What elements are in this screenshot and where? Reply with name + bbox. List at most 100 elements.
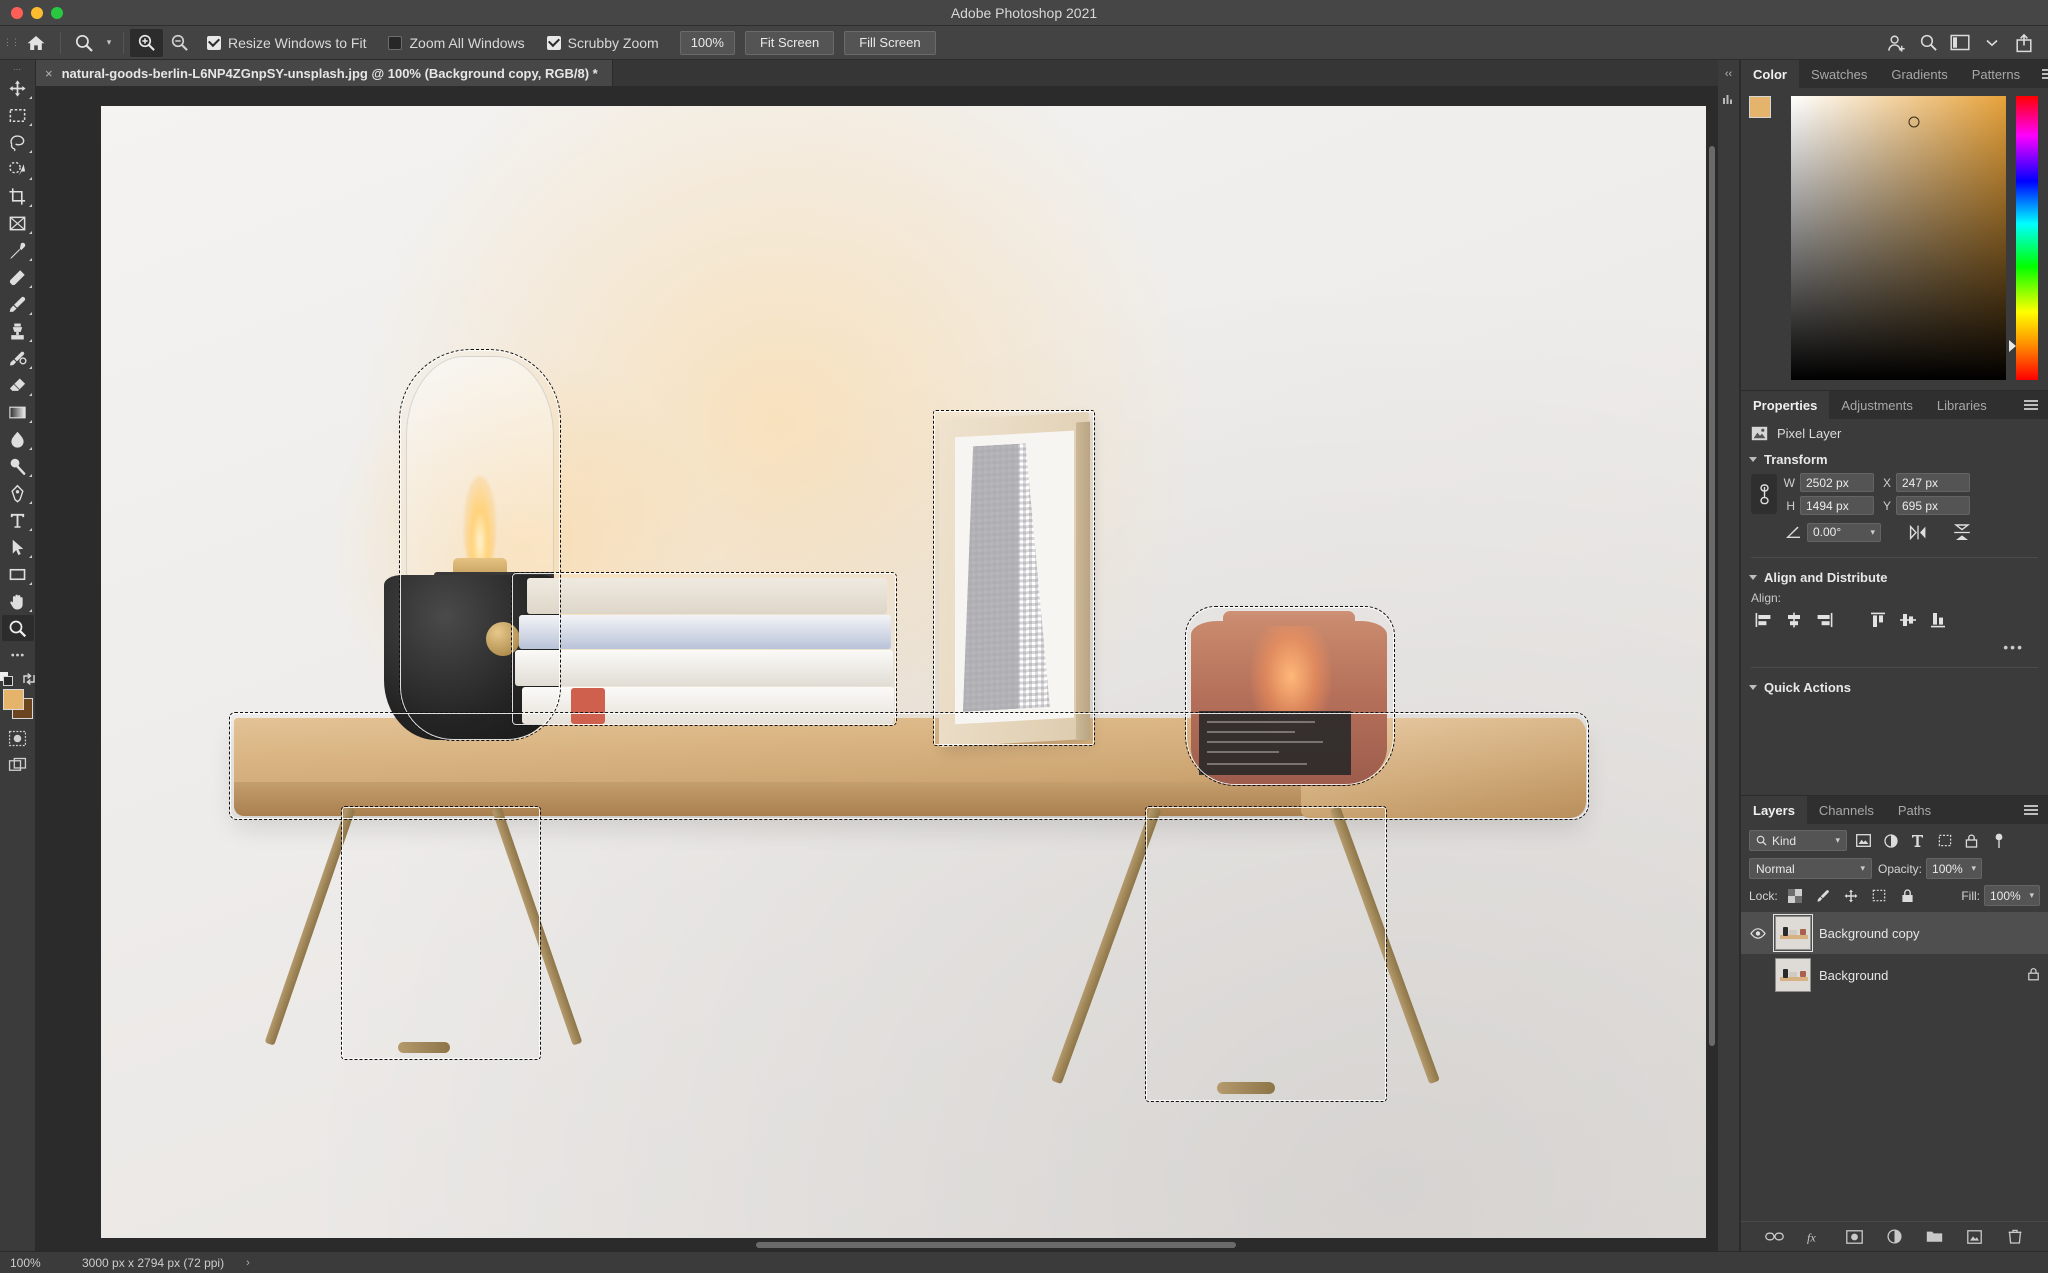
layer-filter-kind-select[interactable]: Kind ▾ — [1749, 830, 1847, 851]
chevron-down-icon[interactable] — [1978, 29, 2006, 57]
layer-thumbnail[interactable] — [1773, 914, 1813, 952]
align-left-edges-icon[interactable] — [1751, 609, 1777, 631]
filter-pixel-icon[interactable] — [1853, 830, 1874, 851]
align-bottom-edges-icon[interactable] — [1925, 609, 1951, 631]
x-position-input[interactable]: 247 px — [1896, 473, 1970, 492]
crop-tool[interactable] — [2, 183, 34, 209]
new-layer-icon[interactable] — [1965, 1227, 1985, 1247]
gradient-tool[interactable] — [2, 399, 34, 425]
new-adjustment-layer-icon[interactable] — [1885, 1227, 1905, 1247]
close-window-button[interactable] — [11, 6, 23, 19]
width-input[interactable]: 2502 px — [1800, 473, 1874, 492]
maximize-window-button[interactable] — [51, 6, 63, 19]
hue-slider[interactable] — [2009, 96, 2038, 380]
swap-colors-icon[interactable] — [22, 672, 36, 686]
clone-stamp-tool[interactable] — [2, 318, 34, 344]
document-tab[interactable]: × natural-goods-berlin-L6NP4ZGnpSY-unspl… — [36, 60, 613, 86]
layer-name[interactable]: Background — [1819, 968, 1888, 983]
tool-preset-chevron-down-icon[interactable]: ▾ — [101, 29, 117, 57]
tab-adjustments[interactable]: Adjustments — [1829, 391, 1925, 419]
align-top-edges-icon[interactable] — [1865, 609, 1891, 631]
filter-toggle-icon[interactable] — [1988, 830, 2009, 851]
brush-tool[interactable] — [2, 291, 34, 317]
quick-actions-section-header[interactable]: Quick Actions — [1741, 672, 2048, 699]
height-input[interactable]: 1494 px — [1800, 496, 1874, 515]
align-vertical-centers-icon[interactable] — [1895, 609, 1921, 631]
canvas-vertical-scrollbar[interactable] — [1706, 86, 1718, 1251]
flip-horizontal-icon[interactable] — [1905, 521, 1931, 543]
layer-visibility-eye-icon[interactable] — [1749, 927, 1767, 939]
lock-all-icon[interactable] — [1897, 885, 1918, 906]
filter-smart-object-icon[interactable] — [1961, 830, 1982, 851]
fill-input[interactable]: 100% ▾ — [1984, 885, 2040, 906]
tab-properties[interactable]: Properties — [1741, 391, 1830, 419]
layer-name[interactable]: Background copy — [1819, 926, 1919, 941]
zoom-tool-icon[interactable] — [67, 29, 101, 57]
status-expand-arrow[interactable]: › — [224, 1257, 250, 1269]
type-tool[interactable] — [2, 507, 34, 533]
tab-gradients[interactable]: Gradients — [1879, 60, 1959, 88]
spot-healing-brush-tool[interactable] — [2, 264, 34, 290]
fit-screen-button[interactable]: Fit Screen — [744, 30, 835, 55]
add-mask-icon[interactable] — [1845, 1227, 1865, 1247]
layer-row-background-copy[interactable]: Background copy — [1741, 912, 2048, 954]
filter-adjustment-icon[interactable] — [1880, 830, 1901, 851]
foreground-color-swatch[interactable] — [2, 689, 24, 710]
dodge-tool[interactable] — [2, 453, 34, 479]
foreground-background-color-swatches[interactable] — [2, 689, 33, 719]
lock-position-icon[interactable] — [1841, 885, 1862, 906]
zoom-out-icon[interactable] — [163, 29, 196, 57]
color-panel-foreground-swatch[interactable] — [1749, 96, 1771, 118]
opacity-input[interactable]: 100% ▾ — [1926, 858, 1983, 879]
angle-input[interactable]: 0.00° ▾ — [1807, 522, 1881, 542]
lock-transparent-pixels-icon[interactable] — [1785, 885, 1806, 906]
eyedropper-tool[interactable] — [2, 237, 34, 263]
tools-panel-grip[interactable]: ⋯ — [0, 63, 35, 75]
y-position-input[interactable]: 695 px — [1896, 496, 1970, 515]
tab-paths[interactable]: Paths — [1886, 796, 1943, 824]
scrubby-zoom-checkbox[interactable]: Scrubby Zoom — [536, 35, 670, 51]
frame-tool[interactable] — [2, 210, 34, 236]
options-bar-grip[interactable]: ⋮⋮ — [3, 26, 20, 59]
tab-patterns[interactable]: Patterns — [1960, 60, 2032, 88]
fill-screen-button[interactable]: Fill Screen — [844, 30, 936, 55]
align-section-header[interactable]: Align and Distribute — [1741, 562, 2048, 589]
add-collaborator-icon[interactable] — [1882, 29, 1910, 57]
lock-image-pixels-icon[interactable] — [1813, 885, 1834, 906]
edit-toolbar-more-icon[interactable] — [2, 642, 34, 668]
resize-windows-to-fit-checkbox[interactable]: Resize Windows to Fit — [196, 35, 377, 51]
tab-layers[interactable]: Layers — [1741, 796, 1807, 824]
eraser-tool[interactable] — [2, 372, 34, 398]
histogram-panel-icon[interactable] — [1722, 92, 1735, 108]
default-colors-icon[interactable] — [0, 672, 13, 686]
rectangular-marquee-tool[interactable] — [2, 102, 34, 128]
flip-vertical-icon[interactable] — [1949, 521, 1975, 543]
move-tool[interactable] — [2, 75, 34, 101]
align-right-edges-icon[interactable] — [1811, 609, 1837, 631]
layer-style-fx-icon[interactable]: fx — [1805, 1227, 1825, 1247]
zoom-level-input[interactable]: 100% — [679, 30, 735, 55]
hue-slider-handle[interactable] — [2009, 340, 2016, 353]
hand-tool[interactable] — [2, 588, 34, 614]
workspace-icon[interactable] — [1946, 29, 1974, 57]
close-icon[interactable]: × — [45, 66, 53, 81]
home-icon[interactable] — [18, 26, 54, 60]
minimize-window-button[interactable] — [31, 6, 43, 19]
link-ratio-icon[interactable] — [1751, 474, 1777, 514]
chevron-down-icon[interactable]: ▾ — [1870, 527, 1875, 538]
color-panel-swatches[interactable] — [1749, 96, 1783, 130]
lock-artboard-nesting-icon[interactable] — [1869, 885, 1890, 906]
path-selection-tool[interactable] — [2, 534, 34, 560]
tab-swatches[interactable]: Swatches — [1799, 60, 1879, 88]
link-layers-icon[interactable] — [1765, 1227, 1785, 1247]
transform-section-header[interactable]: Transform — [1741, 444, 2048, 471]
color-field-marker[interactable] — [1908, 116, 1920, 128]
properties-panel-menu-icon[interactable] — [2014, 391, 2048, 419]
scrollbar-thumb[interactable] — [756, 1242, 1236, 1248]
status-zoom-level[interactable]: 100% — [0, 1256, 64, 1270]
align-more-options[interactable]: ••• — [1741, 635, 2048, 663]
tab-libraries[interactable]: Libraries — [1925, 391, 1999, 419]
delete-layer-icon[interactable] — [2005, 1227, 2025, 1247]
new-group-icon[interactable] — [1925, 1227, 1945, 1247]
tab-channels[interactable]: Channels — [1807, 796, 1886, 824]
